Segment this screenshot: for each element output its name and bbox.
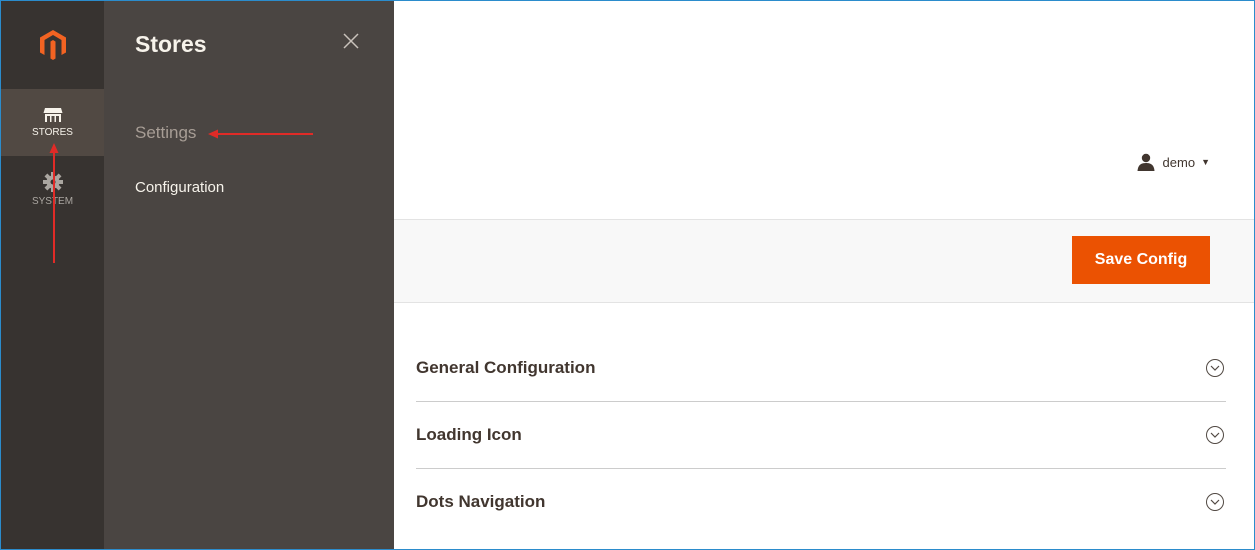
save-config-button[interactable]: Save Config: [1072, 236, 1210, 284]
annotation-arrow-stores: [49, 143, 59, 263]
store-icon: [43, 108, 62, 122]
section-title: Loading Icon: [416, 425, 522, 444]
admin-sidebar: STORES SYSTEM: [1, 1, 104, 549]
caret-down-icon: ▼: [1201, 157, 1210, 167]
magento-logo[interactable]: [1, 1, 104, 89]
chevron-down-icon[interactable]: [1206, 493, 1224, 511]
section-dots-navigation[interactable]: Dots Navigation: [416, 469, 1226, 535]
stores-submenu-panel: Stores Settings Configuration: [104, 1, 394, 549]
section-title: Dots Navigation: [416, 492, 546, 511]
section-loading-icon[interactable]: Loading Icon: [416, 402, 1226, 469]
magento-logo-icon: [39, 30, 66, 60]
user-icon: [1137, 153, 1155, 171]
chevron-down-icon[interactable]: [1206, 359, 1224, 377]
section-general-configuration[interactable]: General Configuration: [416, 335, 1226, 402]
annotation-arrow-settings: [208, 129, 313, 139]
user-name: demo: [1162, 154, 1196, 170]
close-icon: [343, 33, 359, 49]
nav-item-stores-label: STORES: [32, 127, 73, 138]
section-title: General Configuration: [416, 358, 596, 377]
page-actions-bar: Save Config: [394, 219, 1254, 303]
submenu-title: Stores: [135, 31, 207, 57]
submenu-link-configuration[interactable]: Configuration: [135, 179, 224, 196]
submenu-section-settings: Settings: [135, 123, 197, 142]
user-account-menu[interactable]: demo ▼: [1137, 153, 1210, 171]
close-submenu-button[interactable]: [339, 29, 363, 53]
admin-window: STORES SYSTEM Stores Settings Configurat…: [0, 0, 1255, 550]
main-content: demo ▼ Save Config General Configuration…: [394, 1, 1254, 549]
chevron-down-icon[interactable]: [1206, 426, 1224, 444]
